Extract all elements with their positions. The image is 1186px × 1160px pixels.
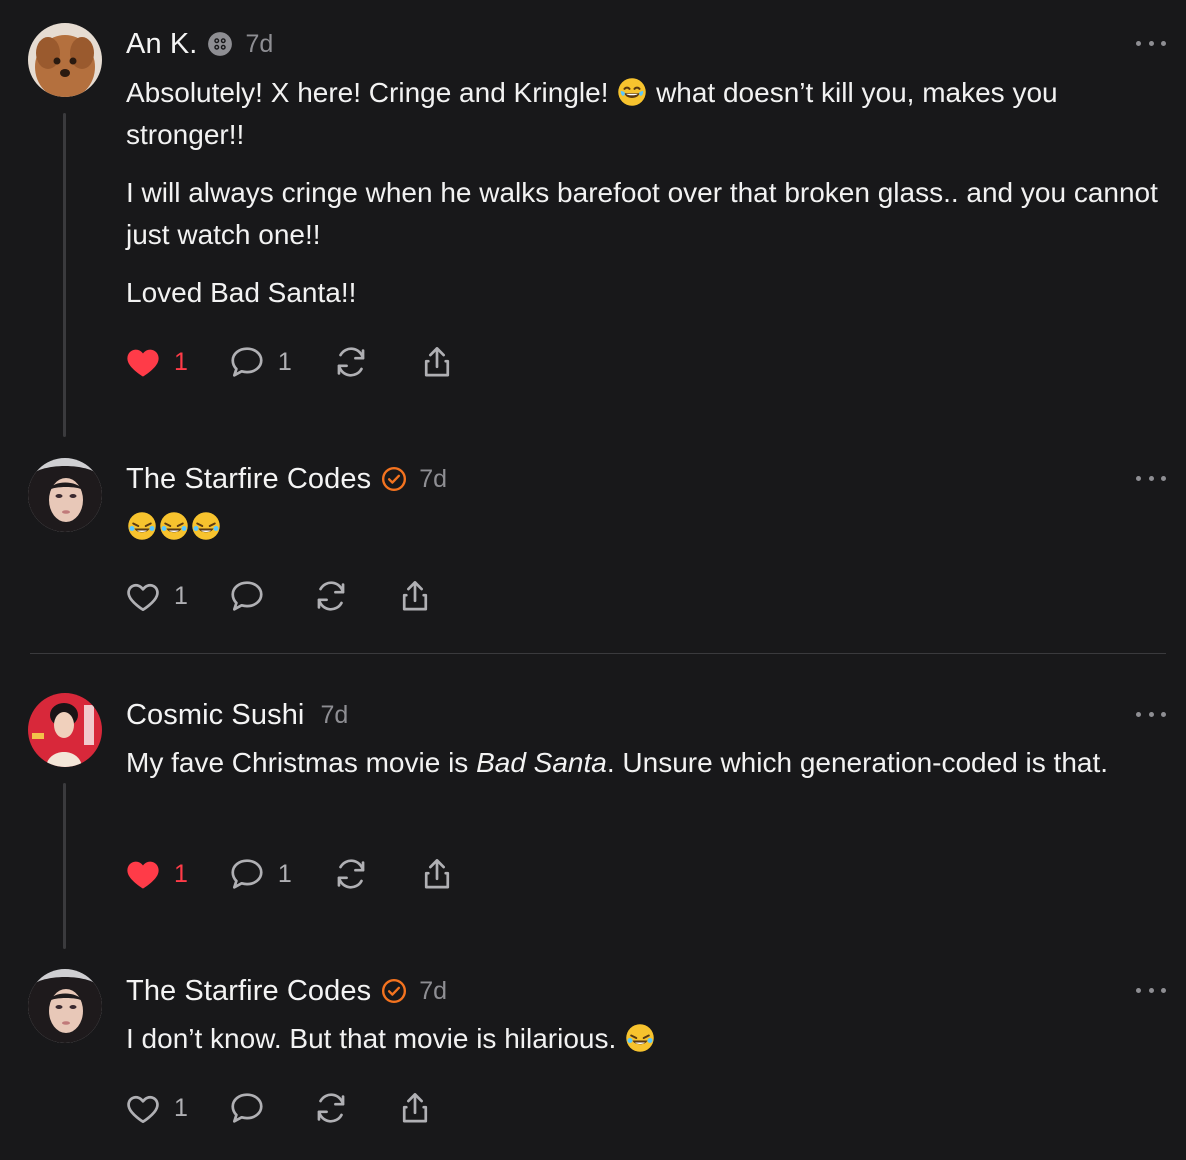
more-options-icon[interactable] [1136,985,1166,995]
paragraph [126,506,1160,548]
share-button[interactable] [396,1089,434,1127]
share-button[interactable] [418,343,456,381]
repost-icon [332,343,370,381]
reply-button[interactable] [228,1089,266,1127]
like-button[interactable]: 1 [124,1089,188,1127]
comment-icon [228,577,266,615]
thread-line [63,783,66,949]
text-segment: My fave Christmas movie is [126,747,477,778]
verified-icon [381,466,407,492]
post-text: Absolutely! X here! Cringe and Kringle! … [126,72,1160,330]
comment-icon [228,855,266,893]
like-count: 1 [174,1093,188,1122]
reply-count: 1 [277,347,292,376]
avatar[interactable] [28,23,102,97]
post-header: Cosmic Sushi 7d [126,695,348,735]
more-options-icon[interactable] [1136,38,1166,48]
like-button[interactable]: 1 [124,577,188,615]
heart-filled-icon [124,855,162,893]
avatar[interactable] [28,693,102,767]
thread-line [63,113,66,437]
action-bar: 1 1 [124,854,456,894]
repost-button[interactable] [312,1089,350,1127]
paragraph: I will always cringe when he walks baref… [126,177,1158,250]
paragraph: Absolutely! X here! Cringe and Kringle! … [126,72,1160,156]
action-bar: 1 [124,1088,434,1128]
text-segment: . Unsure which generation-coded is that. [606,747,1109,778]
repost-icon [332,855,370,893]
like-count: 1 [174,859,188,888]
joy-emoji-icon [617,77,647,107]
repost-button[interactable] [332,855,370,893]
share-icon [418,855,456,893]
timestamp[interactable]: 7d [419,465,447,494]
post-header: The Starfire Codes 7d [126,971,447,1011]
thread-divider [30,653,1166,654]
action-bar: 1 [124,576,434,616]
comment-icon [228,1089,266,1127]
heart-outline-icon [124,1089,162,1127]
reply-button[interactable] [228,577,266,615]
share-button[interactable] [396,577,434,615]
avatar[interactable] [28,458,102,532]
timestamp[interactable]: 7d [245,30,273,59]
repost-icon [312,577,350,615]
post-header: The Starfire Codes 7d [126,459,447,499]
like-button[interactable]: 1 [124,343,188,381]
movie-title: Bad Santa [476,747,607,778]
author-name[interactable]: The Starfire Codes [126,463,371,496]
heart-filled-icon [124,343,162,381]
rofl-emoji-icon [191,511,221,541]
avatar[interactable] [28,969,102,1043]
text-segment: I don’t know. But that movie is hilariou… [126,1023,617,1054]
like-count: 1 [174,347,188,376]
heart-outline-icon [124,577,162,615]
rofl-emoji-icon [127,511,157,541]
comment-icon [228,343,266,381]
text-segment: Absolutely! X here! Cringe and Kringle! [126,77,609,108]
author-name[interactable]: The Starfire Codes [126,975,371,1008]
repost-icon [312,1089,350,1127]
share-button[interactable] [418,855,456,893]
like-button[interactable]: 1 [124,855,188,893]
paragraph: My fave Christmas movie is Bad Santa. Un… [126,742,1160,784]
post-text [126,506,1160,564]
paragraph: Loved Bad Santa!! [126,277,357,308]
author-name[interactable]: An K. [126,28,197,61]
reply-count: 1 [277,859,292,888]
author-name[interactable]: Cosmic Sushi [126,699,304,732]
more-options-icon[interactable] [1136,709,1166,719]
paragraph: I don’t know. But that movie is hilariou… [126,1018,1160,1060]
app-badge-icon [207,31,233,57]
more-options-icon[interactable] [1136,473,1166,483]
post-text: I don’t know. But that movie is hilariou… [126,1018,1160,1076]
post-header: An K. 7d [126,24,273,64]
reply-button[interactable]: 1 [228,855,292,893]
like-count: 1 [174,581,188,610]
timestamp[interactable]: 7d [419,977,447,1006]
verified-icon [381,978,407,1004]
rofl-emoji-icon [159,511,189,541]
repost-button[interactable] [332,343,370,381]
post-text: My fave Christmas movie is Bad Santa. Un… [126,742,1160,800]
repost-button[interactable] [312,577,350,615]
reply-button[interactable]: 1 [228,343,292,381]
share-icon [396,1089,434,1127]
share-icon [418,343,456,381]
share-icon [396,577,434,615]
action-bar: 1 1 [124,342,456,382]
rofl-emoji-icon [625,1023,655,1053]
timestamp[interactable]: 7d [320,701,348,730]
